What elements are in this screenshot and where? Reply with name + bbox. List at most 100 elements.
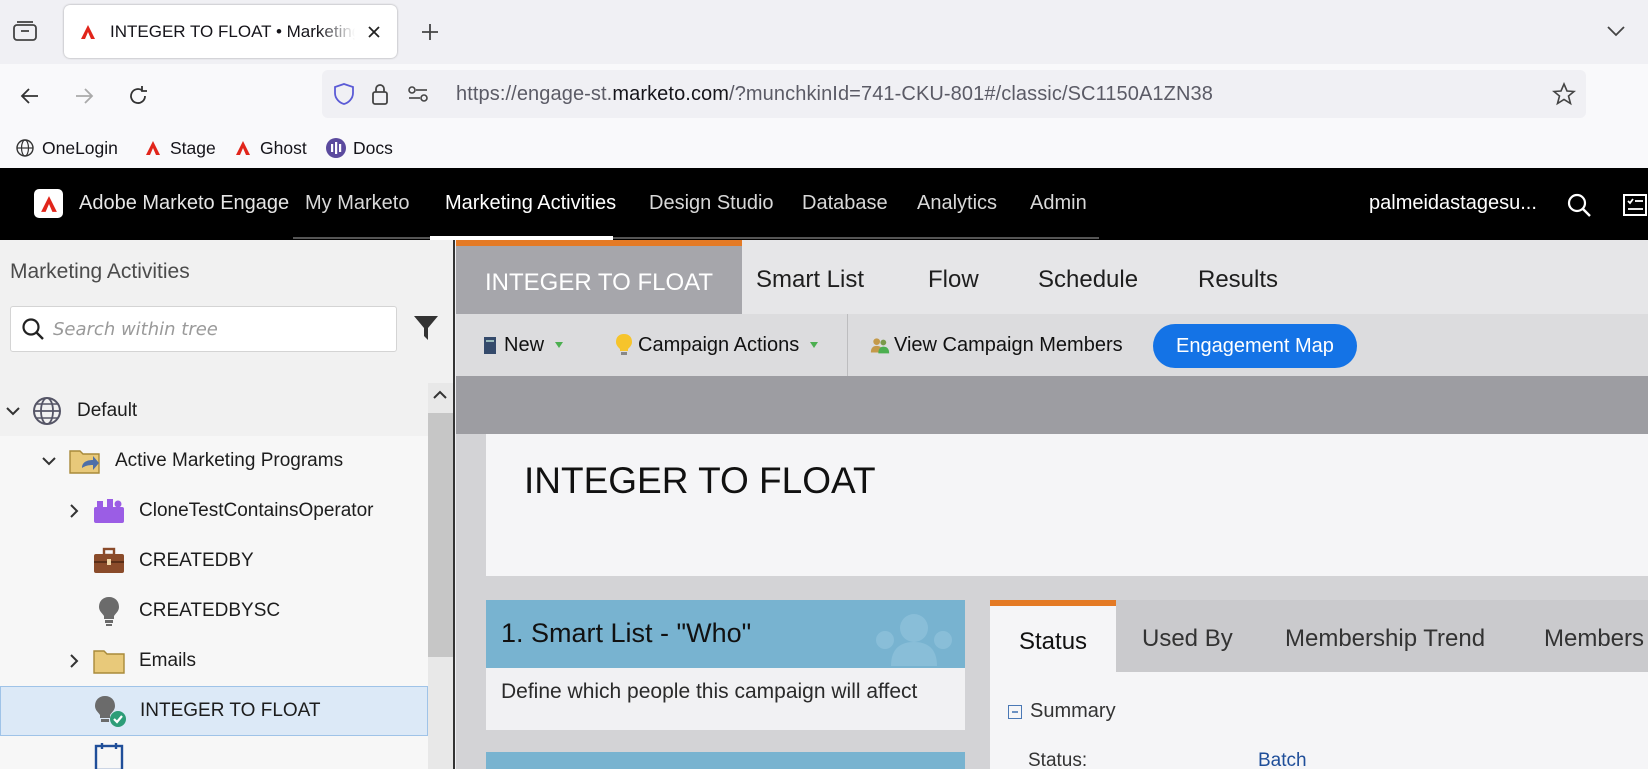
- view-campaign-members-button[interactable]: View Campaign Members: [870, 326, 1123, 364]
- tab-flow[interactable]: Flow: [928, 240, 979, 314]
- main-content: INTEGER TO FLOAT Smart List Flow Schedul…: [456, 240, 1648, 769]
- tab-membership-trend[interactable]: Membership Trend: [1285, 600, 1485, 672]
- tab-smart-list[interactable]: Smart List: [756, 240, 864, 314]
- tree-panel-title: Marketing Activities: [10, 260, 190, 283]
- tab-schedule[interactable]: Schedule: [1038, 240, 1138, 314]
- nav-divider: [293, 237, 1099, 239]
- tasks-icon[interactable]: [1622, 192, 1648, 218]
- nav-my-marketo[interactable]: My Marketo: [305, 192, 409, 215]
- chevron-down-icon[interactable]: [4, 402, 22, 420]
- status-field-value[interactable]: Batch: [1258, 750, 1307, 769]
- brand-name[interactable]: Adobe Marketo Engage: [79, 192, 289, 215]
- members-icon: [870, 334, 890, 356]
- permissions-icon[interactable]: [406, 82, 430, 106]
- tree-item-next[interactable]: [0, 736, 428, 769]
- tab-overview-icon[interactable]: [12, 20, 38, 42]
- browser-tab-title: INTEGER TO FLOAT • Marketing Activities: [110, 21, 355, 41]
- flow-card-header[interactable]: [486, 752, 965, 769]
- summary-label: Summary: [1030, 700, 1116, 722]
- toolbar-separator: [847, 314, 848, 376]
- tab-members[interactable]: Members: [1544, 600, 1644, 672]
- engagement-map-button[interactable]: Engagement Map: [1153, 324, 1357, 368]
- bookmark-stage[interactable]: Stage: [142, 136, 216, 160]
- tree-item-label: Emails: [139, 650, 197, 671]
- program-icon: [92, 494, 126, 528]
- smart-list-card-title: 1. Smart List - "Who": [501, 618, 752, 648]
- adobe-logo-icon[interactable]: [34, 189, 63, 218]
- bookmark-label: Stage: [170, 137, 216, 158]
- tree-item-default[interactable]: Default: [0, 386, 428, 436]
- summary-section-toggle[interactable]: Summary: [1008, 700, 1116, 723]
- tree-search-input[interactable]: [53, 313, 383, 345]
- tree-item-emails[interactable]: Emails: [0, 636, 428, 686]
- bookmark-onelogin[interactable]: OneLogin: [14, 136, 118, 160]
- forward-icon[interactable]: [68, 80, 100, 112]
- nav-database[interactable]: Database: [802, 192, 888, 215]
- campaign-canvas: INTEGER TO FLOAT 1. Smart List - "Who" D…: [456, 434, 1648, 769]
- toolbar-band: [456, 376, 1648, 434]
- bookmark-ghost[interactable]: Ghost: [232, 136, 307, 160]
- lock-icon[interactable]: [368, 82, 392, 106]
- folder-share-icon: [68, 444, 102, 478]
- tree-item-label: CREATEDBY: [139, 550, 254, 571]
- tree-search-box[interactable]: [10, 306, 397, 352]
- campaign-actions-button[interactable]: Campaign Actions: [614, 326, 819, 364]
- tab-list-chevron-icon[interactable]: [1605, 22, 1627, 40]
- search-icon[interactable]: [1566, 192, 1592, 218]
- shield-icon[interactable]: [332, 82, 356, 106]
- tree-item-label: INTEGER TO FLOAT: [140, 700, 321, 721]
- chevron-right-icon[interactable]: [65, 652, 83, 670]
- bookmark-label: OneLogin: [42, 137, 118, 158]
- tree-item-active-marketing-programs[interactable]: Active Marketing Programs: [0, 436, 428, 486]
- adobe-icon: [232, 137, 254, 159]
- new-menu-button[interactable]: New: [480, 326, 564, 364]
- briefcase-icon: [92, 544, 126, 578]
- campaign-tab-row: INTEGER TO FLOAT Smart List Flow Schedul…: [456, 240, 1648, 314]
- back-icon[interactable]: [14, 80, 46, 112]
- tab-status[interactable]: Status: [990, 600, 1117, 672]
- url-bar[interactable]: https://engage-st.marketo.com/?munchkinI…: [322, 70, 1586, 118]
- campaign-toolbar: New Campaign Actions View Campaign Membe…: [456, 314, 1648, 376]
- filter-icon[interactable]: [413, 314, 439, 342]
- nav-analytics[interactable]: Analytics: [917, 192, 997, 215]
- globe-icon: [14, 137, 36, 159]
- campaign-title-card: INTEGER TO FLOAT: [486, 434, 1648, 576]
- tab-used-by[interactable]: Used By: [1142, 600, 1233, 672]
- tree-item-clonetestcontainsoperator[interactable]: CloneTestContainsOperator: [0, 486, 428, 536]
- tab-campaign[interactable]: INTEGER TO FLOAT: [456, 240, 743, 314]
- search-icon: [21, 317, 47, 343]
- nav-admin[interactable]: Admin: [1030, 192, 1087, 215]
- browser-tab-active[interactable]: INTEGER TO FLOAT • Marketing Activities: [64, 5, 397, 58]
- docs-icon: [325, 137, 347, 159]
- collapse-icon[interactable]: [1008, 704, 1022, 719]
- close-tab-icon[interactable]: [363, 21, 385, 43]
- scrollbar-thumb[interactable]: [428, 413, 453, 657]
- user-menu[interactable]: palmeidastagesu...: [1369, 192, 1537, 215]
- tree-item-label: Active Marketing Programs: [115, 450, 344, 471]
- chevron-right-icon[interactable]: [65, 502, 83, 520]
- new-tab-icon[interactable]: [418, 20, 442, 44]
- chevron-down-icon[interactable]: [40, 452, 58, 470]
- bookmark-star-icon[interactable]: [1552, 82, 1576, 106]
- tree-item-integer-to-float[interactable]: INTEGER TO FLOAT: [0, 686, 428, 736]
- nav-design-studio[interactable]: Design Studio: [649, 192, 774, 215]
- status-tab-row: Status Used By Membership Trend Members: [990, 600, 1648, 672]
- tree-panel: Marketing Activities Default Active Mark…: [0, 240, 455, 769]
- tree-item-createdby[interactable]: CREATEDBY: [0, 536, 428, 586]
- status-field-label: Status:: [1028, 750, 1088, 769]
- browser-tab-bar: INTEGER TO FLOAT • Marketing Activities: [0, 0, 1648, 64]
- url-text[interactable]: https://engage-st.marketo.com/?munchkinI…: [456, 83, 1213, 106]
- smart-list-card-description: Define which people this campaign will a…: [501, 680, 918, 703]
- bookmarks-bar: OneLogin Stage Ghost Docs: [0, 128, 1648, 168]
- nav-marketing-activities[interactable]: Marketing Activities: [445, 192, 616, 215]
- smart-list-card-header[interactable]: 1. Smart List - "Who": [486, 600, 965, 668]
- bookmark-docs[interactable]: Docs: [325, 136, 393, 160]
- tree-scrollbar[interactable]: [428, 383, 453, 769]
- tree-item-createdbysc[interactable]: CREATEDBYSC: [0, 586, 428, 636]
- calendar-icon: [92, 740, 126, 769]
- smart-list-card[interactable]: 1. Smart List - "Who" Define which peopl…: [486, 600, 965, 730]
- marketo-header: Adobe Marketo Engage My Marketo Marketin…: [0, 168, 1648, 240]
- tab-results[interactable]: Results: [1198, 240, 1278, 314]
- scroll-up-icon[interactable]: [432, 387, 448, 403]
- reload-icon[interactable]: [122, 80, 154, 112]
